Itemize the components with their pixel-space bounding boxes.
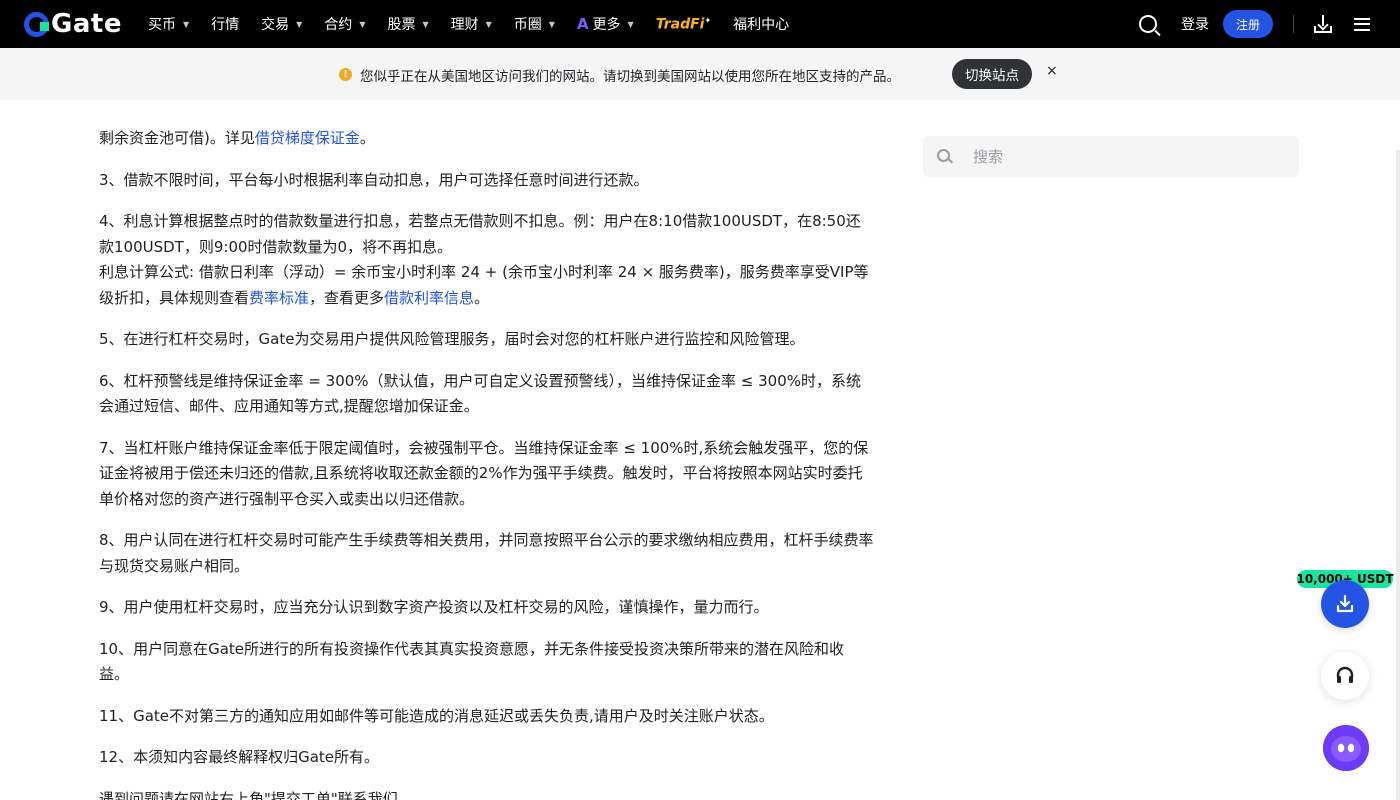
caret-down-icon: ▼ <box>296 19 303 29</box>
notice-message: 您似乎正在从美国地区访问我们的网站。请切换到美国网站以使用您所在地区支持的产品。 <box>360 69 900 85</box>
item-4: 4、利息计算根据整点时的借款数量进行扣息，若整点无借款则不扣息。例：用户在8:1… <box>99 212 861 256</box>
nav-item-welfare-center[interactable]: 福利中心 <box>733 14 789 34</box>
caret-down-icon: ▼ <box>548 19 555 29</box>
support-footer-text: 遇到问题请在网站右上角"提交工单"联系我们 <box>99 789 398 800</box>
item-10: 10、用户同意在Gate所进行的所有投资操作代表其真实投资意愿，并无条件接受投资… <box>99 639 845 684</box>
download-icon[interactable] <box>1314 15 1332 33</box>
nav-item-earn[interactable]: 理财 ▼ <box>451 14 492 34</box>
item-11: 11、Gate不对第三方的通知应用如邮件等可能造成的消息延迟或丢失负责,请用户及… <box>99 706 774 725</box>
switch-site-button[interactable]: 切换站点 <box>952 59 1032 89</box>
region-notice-banner: ! 您似乎正在从美国地区访问我们的网站。请切换到美国网站以使用您所在地区支持的产… <box>0 48 1400 100</box>
nav-item-trade[interactable]: 交易 ▼ <box>261 14 302 34</box>
logo-text: Gate <box>51 9 122 39</box>
login-button[interactable]: 登录 <box>1181 14 1209 34</box>
header-actions: 登录 注册 <box>1139 0 1400 48</box>
paragraph-text: 剩余资金池可借)。详见 <box>99 129 255 147</box>
caret-down-icon: ▼ <box>485 19 492 29</box>
nav-item-more[interactable]: A 更多 ▼ <box>577 14 634 34</box>
nav-label: 买币 <box>148 17 176 33</box>
nav-label: 交易 <box>261 17 290 33</box>
header-divider <box>1293 15 1294 33</box>
item-8: 8、用户认同在进行杠杆交易时可能产生手续费等相关费用，并同意按照平台公示的要求缴… <box>99 531 874 575</box>
caret-down-icon: ▼ <box>359 19 366 29</box>
headset-icon <box>1336 666 1354 683</box>
top-nav-bar: Gate 买币 ▼ 行情 交易 ▼ 合约 ▼ 股票 ▼ 理财 ▼ 币圈 ▼ A 更多 ▼ Tra… <box>0 0 1400 48</box>
caret-down-icon: ▼ <box>183 19 190 29</box>
item-12: 12、本须知内容最终解释权归Gate所有。 <box>99 748 380 766</box>
item-4-formula: 利息计算公式: 借款日利率（浮动）= 余币宝小时利率 24 + (余币宝小时利率… <box>99 260 874 311</box>
customer-support-button[interactable] <box>1321 652 1369 700</box>
nav-label: 股票 <box>387 17 416 33</box>
item-2-tail: 剩余资金池可借)。详见借贷梯度保证金。 <box>99 126 874 152</box>
article-search-box <box>923 136 1299 177</box>
nav-label: 合约 <box>324 17 353 33</box>
nav-label: 行情 <box>211 17 240 33</box>
ai-sparkle-icon: A <box>576 15 589 33</box>
tradfi-label: TradFi <box>655 16 705 33</box>
caret-down-icon: ▼ <box>627 19 634 29</box>
hamburger-menu-icon[interactable] <box>1354 17 1370 31</box>
item-7: 7、当杠杆账户维持保证金率低于限定阈值时，会被强制平仓。当维持保证金率 ≤ 10… <box>99 438 869 508</box>
nav-label: 币圈 <box>513 17 542 33</box>
nav-item-stocks[interactable]: 股票 ▼ <box>387 14 428 34</box>
paragraph-text: ，查看更多 <box>309 288 385 307</box>
app-download-button[interactable] <box>1321 580 1369 628</box>
paragraph-text: 。 <box>359 129 375 147</box>
nav-item-tradfi[interactable]: TradFi✦ <box>656 16 711 33</box>
nav-item-community[interactable]: 币圈 ▼ <box>514 14 555 34</box>
gate-logo[interactable]: Gate <box>24 11 122 37</box>
gate-logo-icon <box>24 11 49 37</box>
search-icon <box>937 149 950 162</box>
warning-icon: ! <box>339 68 352 81</box>
search-icon[interactable] <box>1139 15 1157 33</box>
chatbot-icon <box>1323 725 1369 771</box>
fee-standard-link[interactable]: 费率标准 <box>249 289 309 307</box>
page-scrollbar[interactable] <box>1396 150 1400 800</box>
sparkle-icon: ✦ <box>704 15 712 25</box>
article-body: 剩余资金池可借)。详见借贷梯度保证金。 3、借款不限时间，平台每小时根据利率自动… <box>99 100 874 800</box>
nav-label: 更多 <box>592 17 621 33</box>
nav-label: 福利中心 <box>733 17 790 33</box>
item-9: 9、用户使用杠杆交易时，应当充分认识到数字资产投资以及杠杆交易的风险，谨慎操作，… <box>99 598 769 616</box>
ai-assistant-button[interactable] <box>1323 725 1369 771</box>
download-icon <box>1336 594 1354 613</box>
nav-label: 理财 <box>450 17 479 33</box>
search-input[interactable] <box>973 144 1273 169</box>
borrow-rate-link[interactable]: 借款利率信息 <box>384 289 474 307</box>
caret-down-icon: ▼ <box>422 19 429 29</box>
main-nav: 买币 ▼ 行情 交易 ▼ 合约 ▼ 股票 ▼ 理财 ▼ 币圈 ▼ A 更多 ▼ TradFi✦ … <box>148 0 811 48</box>
margin-tier-link[interactable]: 借贷梯度保证金 <box>255 129 360 147</box>
item-5: 5、在进行杠杆交易时，Gate为交易用户提供风险管理服务，届时会对您的杠杆账户进… <box>99 330 805 348</box>
nav-item-markets[interactable]: 行情 <box>211 14 239 34</box>
paragraph-text: 。 <box>474 288 490 307</box>
signup-button[interactable]: 注册 <box>1223 10 1273 38</box>
nav-item-futures[interactable]: 合约 ▼ <box>324 14 365 34</box>
item-3: 3、借款不限时间，平台每小时根据利率自动扣息，用户可选择任意时间进行还款。 <box>99 170 649 189</box>
nav-item-buy-crypto[interactable]: 买币 ▼ <box>148 14 189 34</box>
close-icon[interactable]: × <box>1046 63 1058 79</box>
item-6: 6、杠杆预警线是维持保证金率 = 300%（默认值，用户可自定义设置预警线），当… <box>99 371 862 416</box>
